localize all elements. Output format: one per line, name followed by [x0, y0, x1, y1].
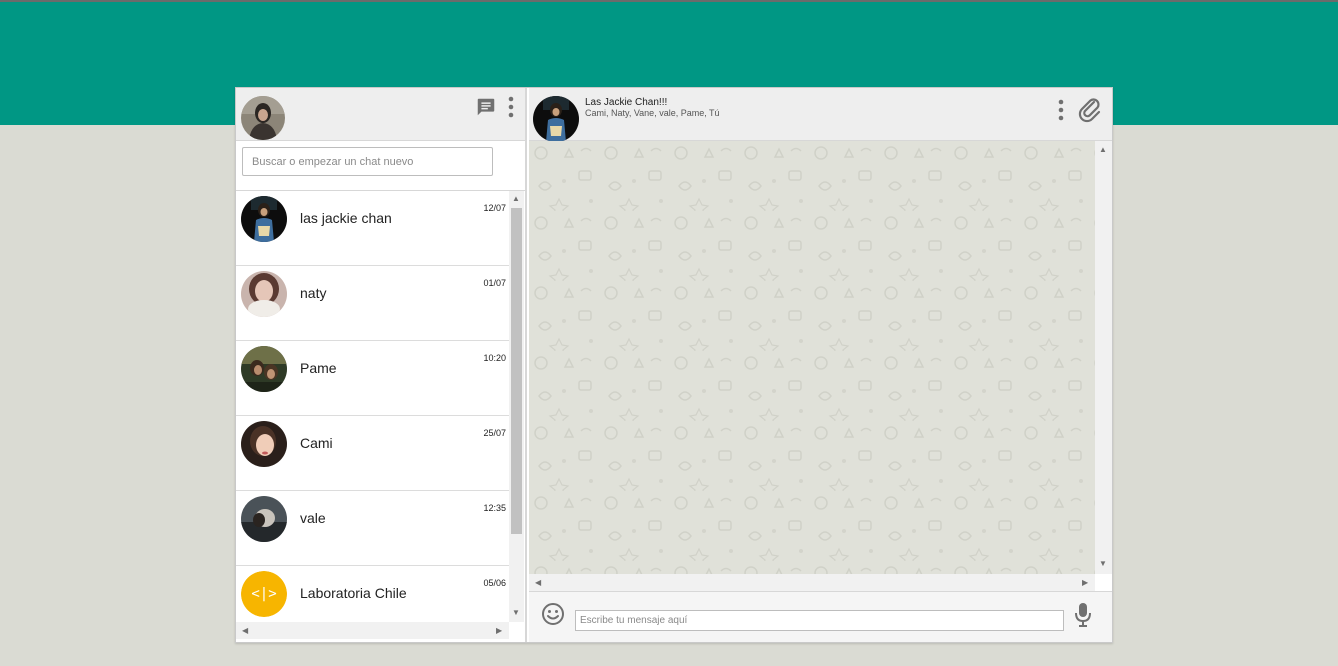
chat-name: naty	[300, 285, 327, 301]
chat-avatar	[241, 346, 287, 392]
chat-list-item[interactable]: Pame 10:20	[236, 341, 509, 416]
chat-avatar	[241, 196, 287, 242]
scroll-down-arrow-icon[interactable]: ▼	[1099, 560, 1107, 568]
search-input[interactable]	[242, 147, 493, 176]
scroll-left-arrow-icon[interactable]: ◀	[535, 579, 541, 587]
svg-text:<|>: <|>	[251, 586, 276, 602]
emoji-icon[interactable]	[541, 602, 565, 631]
scroll-down-arrow-icon[interactable]: ▼	[512, 609, 520, 617]
chat-list-scrollbar[interactable]: ▲ ▼	[509, 191, 524, 622]
chat-name: Laboratoria Chile	[300, 585, 407, 601]
chat-list-item[interactable]: vale 12:35	[236, 491, 509, 566]
chat-wallpaper-pattern	[529, 141, 1095, 574]
conversation-members: Cami, Naty, Vane, vale, Pame, Tú	[585, 108, 720, 118]
sidebar-menu-icon[interactable]	[506, 96, 516, 123]
scroll-right-arrow-icon[interactable]: ▶	[1082, 579, 1088, 587]
chat-avatar	[241, 496, 287, 542]
chat-list-item[interactable]: las jackie chan 12/07	[236, 191, 509, 266]
laboratoria-logo: <|>	[241, 571, 287, 617]
chat-list-item[interactable]: Cami 25/07	[236, 416, 509, 491]
conversation-header[interactable]: Las Jackie Chan!!! Cami, Naty, Vane, val…	[529, 88, 1112, 142]
chat-list-item[interactable]: naty 01/07	[236, 266, 509, 341]
message-area	[529, 141, 1095, 574]
message-area-scrollbar[interactable]: ▲ ▼	[1095, 141, 1112, 574]
new-chat-icon[interactable]	[475, 96, 497, 123]
chat-avatar	[241, 421, 287, 467]
conversation-panel: Las Jackie Chan!!! Cami, Naty, Vane, val…	[529, 88, 1112, 642]
chat-list-item[interactable]: <|> Laboratoria Chile 05/06	[236, 566, 509, 622]
sidebar-header	[236, 88, 525, 141]
chat-time: 12/07	[483, 203, 506, 213]
chat-time: 01/07	[483, 278, 506, 288]
message-composer	[529, 591, 1112, 642]
chat-name: las jackie chan	[300, 210, 392, 226]
chat-app-window: las jackie chan 12/07 naty 01/07	[235, 87, 1113, 643]
scroll-up-arrow-icon[interactable]: ▲	[512, 195, 520, 203]
group-avatar[interactable]	[533, 96, 579, 142]
search-bar	[236, 141, 525, 191]
scroll-right-arrow-icon[interactable]: ▶	[496, 627, 502, 635]
chat-time: 12:35	[483, 503, 506, 513]
my-profile-avatar[interactable]	[241, 96, 285, 140]
microphone-icon[interactable]	[1073, 601, 1093, 634]
chat-avatar	[241, 271, 287, 317]
message-input[interactable]	[575, 610, 1064, 631]
scroll-up-arrow-icon[interactable]: ▲	[1099, 146, 1107, 154]
scrollbar-thumb[interactable]	[511, 208, 522, 534]
conversation-title: Las Jackie Chan!!!	[585, 97, 668, 108]
chat-time: 05/06	[483, 578, 506, 588]
chat-time: 25/07	[483, 428, 506, 438]
sidebar: las jackie chan 12/07 naty 01/07	[236, 88, 527, 642]
message-area-horizontal-scrollbar[interactable]: ◀ ▶	[529, 574, 1095, 591]
chat-name: Pame	[300, 360, 337, 376]
chat-name: vale	[300, 510, 326, 526]
conversation-menu-icon[interactable]	[1056, 99, 1066, 126]
chat-time: 10:20	[483, 353, 506, 363]
paperclip-icon[interactable]	[1078, 97, 1102, 128]
scroll-left-arrow-icon[interactable]: ◀	[242, 627, 248, 635]
chat-list: las jackie chan 12/07 naty 01/07 Pame 10…	[236, 191, 509, 622]
chat-name: Cami	[300, 435, 333, 451]
chat-list-horizontal-scrollbar[interactable]: ◀ ▶	[236, 622, 509, 639]
